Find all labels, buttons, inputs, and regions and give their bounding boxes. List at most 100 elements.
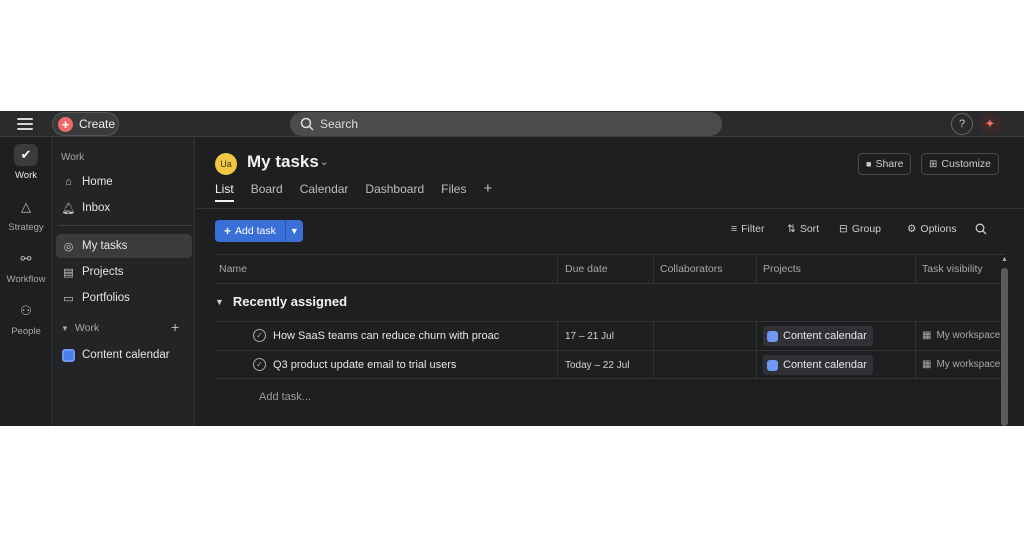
triangle-icon: △ (21, 199, 31, 214)
complete-checkbox-icon[interactable]: ✓ (253, 329, 266, 342)
sidebar-item-portfolios[interactable]: ▭ Portfolios (56, 286, 192, 310)
table-row[interactable]: ✓ How SaaS teams can reduce churn with p… (215, 321, 1005, 350)
project-chip[interactable]: Content calendar (763, 326, 873, 346)
complete-checkbox-icon[interactable]: ✓ (253, 358, 266, 371)
section-recently-assigned[interactable]: ▼ Recently assigned (215, 294, 347, 309)
customize-button[interactable]: ⊞ Customize (921, 153, 999, 175)
avatar[interactable]: Ua (215, 153, 237, 175)
column-separator (756, 351, 757, 378)
tab-files[interactable]: Files (441, 182, 466, 202)
main-content: Ua My tasks ⌄ ■ Share ⊞ Customize List B… (196, 138, 1024, 426)
column-separator (653, 322, 654, 350)
project-chip[interactable]: Content calendar (763, 355, 873, 375)
column-separator (653, 351, 654, 378)
rail-label: People (11, 326, 41, 337)
sidebar-section-label: Work (61, 152, 85, 163)
vertical-scrollbar[interactable] (1001, 268, 1008, 426)
sort-button[interactable]: ⇅ Sort (787, 223, 819, 235)
task-name[interactable]: Q3 product update email to trial users (273, 359, 456, 371)
task-visibility[interactable]: ▦ My workspace (922, 330, 1000, 341)
task-name[interactable]: How SaaS teams can reduce churn with pro… (273, 330, 499, 342)
tab-calendar[interactable]: Calendar (300, 182, 349, 202)
group-button[interactable]: ⊟ Group (839, 223, 881, 235)
tabs-divider (196, 208, 1024, 209)
tab-list[interactable]: List (215, 182, 234, 202)
add-task-dropdown-chevron-icon[interactable]: ▼ (284, 220, 303, 242)
options-icon: ⚙ (907, 223, 917, 235)
task-visibility[interactable]: ▦ My workspace (922, 359, 1000, 370)
rail-item-strategy[interactable]: △ Strategy (0, 196, 52, 233)
add-task-label: Add task (235, 225, 276, 237)
customize-label: Customize (941, 158, 991, 170)
search-input[interactable]: Search (290, 112, 722, 136)
search-tasks-icon[interactable] (975, 223, 987, 235)
chevron-down-icon[interactable]: ⌄ (320, 157, 328, 168)
add-task-split-button: + Add task ▼ (215, 220, 303, 242)
team-label: Work (74, 322, 100, 334)
add-project-plus-icon[interactable]: + (171, 319, 179, 335)
rail-item-people[interactable]: ⚇ People (0, 300, 52, 337)
share-button[interactable]: ■ Share (858, 153, 912, 175)
add-tab-plus-icon[interactable]: + (483, 181, 492, 202)
project-label: Content calendar (783, 330, 867, 342)
rail-item-work[interactable]: ✔ Work (0, 144, 52, 181)
table-row[interactable]: ✓ Q3 product update email to trial users… (215, 350, 1005, 379)
sidebar-item-inbox[interactable]: 🔔︎ Inbox (56, 196, 192, 220)
rail-label: Strategy (8, 222, 44, 233)
sidebar: Work ⌂ Home 🔔︎ Inbox ◎ My tasks ▤ Projec… (52, 138, 195, 426)
team-section-toggle[interactable]: ▼ Work (61, 322, 187, 334)
plus-icon: + (58, 116, 73, 132)
section-title: Recently assigned (232, 294, 348, 309)
sidebar-item-my-tasks[interactable]: ◎ My tasks (56, 234, 192, 258)
workflow-icon: ⚯ (20, 251, 32, 266)
scroll-up-arrow-icon[interactable]: ▲ (1001, 256, 1008, 263)
create-button[interactable]: + Create (52, 112, 119, 136)
help-button[interactable]: ? (951, 113, 973, 135)
column-header-due-date[interactable]: Due date (561, 255, 656, 283)
column-header-name[interactable]: Name (215, 255, 558, 283)
hamburger-menu-icon[interactable] (17, 117, 33, 131)
sidebar-item-content-calendar[interactable]: Content calendar (56, 343, 192, 367)
rail-item-workflow[interactable]: ⚯ Workflow (0, 248, 52, 285)
column-header-collaborators[interactable]: Collaborators (656, 255, 756, 283)
project-color-icon (767, 359, 778, 371)
tab-dashboard[interactable]: Dashboard (365, 182, 424, 202)
asana-app-window: + Create Search ? ✦ ✔ Work △ Strategy ⚯ … (0, 111, 1024, 426)
add-task-inline-input[interactable]: Add task... (259, 391, 311, 403)
sidebar-item-label: My tasks (82, 240, 128, 252)
rail-label: Work (15, 170, 37, 181)
column-separator (557, 322, 558, 350)
sidebar-item-label: Content calendar (82, 349, 170, 361)
plus-icon: + (224, 224, 232, 238)
project-color-icon (767, 330, 778, 342)
options-button[interactable]: ⚙ Options (907, 223, 957, 235)
column-header-task-visibility[interactable]: Task visibility (918, 255, 1005, 283)
task-due-date[interactable]: 17 – 21 Jul (565, 331, 614, 342)
clipboard-icon: ▤ (63, 266, 74, 279)
column-separator (756, 322, 757, 350)
add-task-button[interactable]: + Add task (215, 220, 285, 242)
filter-button[interactable]: ≡ Filter (731, 223, 764, 235)
column-header-projects[interactable]: Projects (759, 255, 914, 283)
table-header-row: Name Due date Collaborators Projects Tas… (215, 254, 1005, 284)
column-separator (653, 255, 654, 283)
column-separator (557, 255, 558, 283)
tab-board[interactable]: Board (251, 182, 283, 202)
project-label: Content calendar (783, 359, 867, 371)
sidebar-item-projects[interactable]: ▤ Projects (56, 260, 192, 284)
task-due-date[interactable]: Today – 22 Jul (565, 360, 630, 371)
share-label: Share (875, 158, 904, 170)
rail-label: Workflow (6, 274, 46, 285)
search-icon (975, 223, 987, 235)
column-separator (557, 351, 558, 378)
visibility-label: My workspace (936, 330, 1001, 341)
column-separator (756, 255, 757, 283)
sidebar-item-home[interactable]: ⌂ Home (56, 170, 192, 194)
caret-down-icon: ▼ (215, 296, 224, 307)
search-placeholder: Search (320, 117, 359, 131)
building-icon: ▦ (922, 359, 932, 370)
options-label: Options (920, 223, 957, 235)
sidebar-item-label: Portfolios (82, 292, 130, 304)
ai-sparkle-icon[interactable]: ✦ (979, 113, 1001, 135)
column-separator (915, 322, 916, 350)
